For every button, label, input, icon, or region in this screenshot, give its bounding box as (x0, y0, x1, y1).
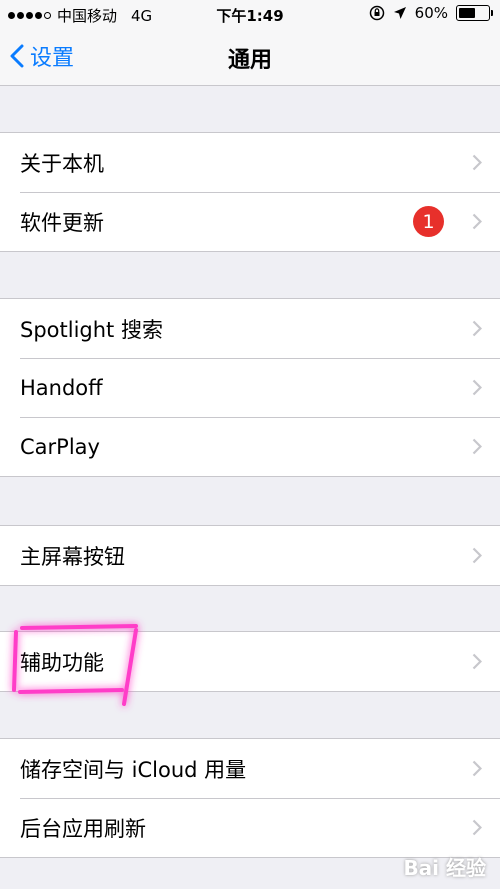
chevron-right-icon (472, 213, 482, 230)
row-label: 储存空间与 iCloud 用量 (20, 757, 247, 782)
row-software-update[interactable]: 软件更新 1 (0, 192, 500, 251)
settings-group-continuity: Spotlight 搜索 Handoff CarPlay (0, 298, 500, 477)
chevron-right-icon (472, 154, 482, 171)
orientation-lock-icon (369, 5, 384, 21)
row-label: 辅助功能 (20, 650, 104, 675)
battery-icon (456, 5, 493, 21)
battery-percent: 60% (414, 4, 448, 22)
settings-group-about: 关于本机 软件更新 1 (0, 132, 500, 252)
chevron-right-icon (472, 653, 482, 670)
chevron-right-icon (472, 379, 482, 396)
row-spotlight-search[interactable]: Spotlight 搜索 (0, 299, 500, 358)
settings-group-home-button: 主屏幕按钮 (0, 525, 500, 586)
chevron-right-icon (472, 760, 482, 777)
chevron-right-icon (472, 547, 482, 564)
notification-badge: 1 (413, 206, 444, 237)
page-title: 通用 (227, 48, 272, 73)
chevron-right-icon (472, 320, 482, 337)
row-storage-icloud[interactable]: 储存空间与 iCloud 用量 (0, 739, 500, 798)
status-right: 60% (369, 4, 493, 22)
watermark: Bai 经验 (403, 856, 486, 880)
chevron-right-icon (472, 438, 482, 455)
row-label: 后台应用刷新 (20, 816, 146, 841)
battery-fill (459, 8, 475, 18)
chevron-right-icon (472, 819, 482, 836)
row-label: Spotlight 搜索 (20, 317, 163, 342)
row-label: CarPlay (20, 434, 100, 459)
row-label: 关于本机 (20, 151, 104, 176)
settings-group-storage: 储存空间与 iCloud 用量 后台应用刷新 (0, 738, 500, 858)
row-background-refresh[interactable]: 后台应用刷新 (0, 798, 500, 857)
navigation-bar: 设置 通用 (0, 28, 500, 86)
row-label: Handoff (20, 375, 103, 400)
row-accessibility[interactable]: 辅助功能 (0, 632, 500, 691)
row-label: 主屏幕按钮 (20, 544, 125, 569)
status-bar: 中国移动 4G 下午1:49 60% (0, 0, 500, 28)
row-label: 软件更新 (20, 210, 104, 235)
row-carplay[interactable]: CarPlay (0, 417, 500, 476)
row-about[interactable]: 关于本机 (0, 133, 500, 192)
row-home-button[interactable]: 主屏幕按钮 (0, 526, 500, 585)
location-arrow-icon (393, 7, 406, 19)
row-handoff[interactable]: Handoff (0, 358, 500, 417)
settings-group-accessibility: 辅助功能 (0, 631, 500, 692)
